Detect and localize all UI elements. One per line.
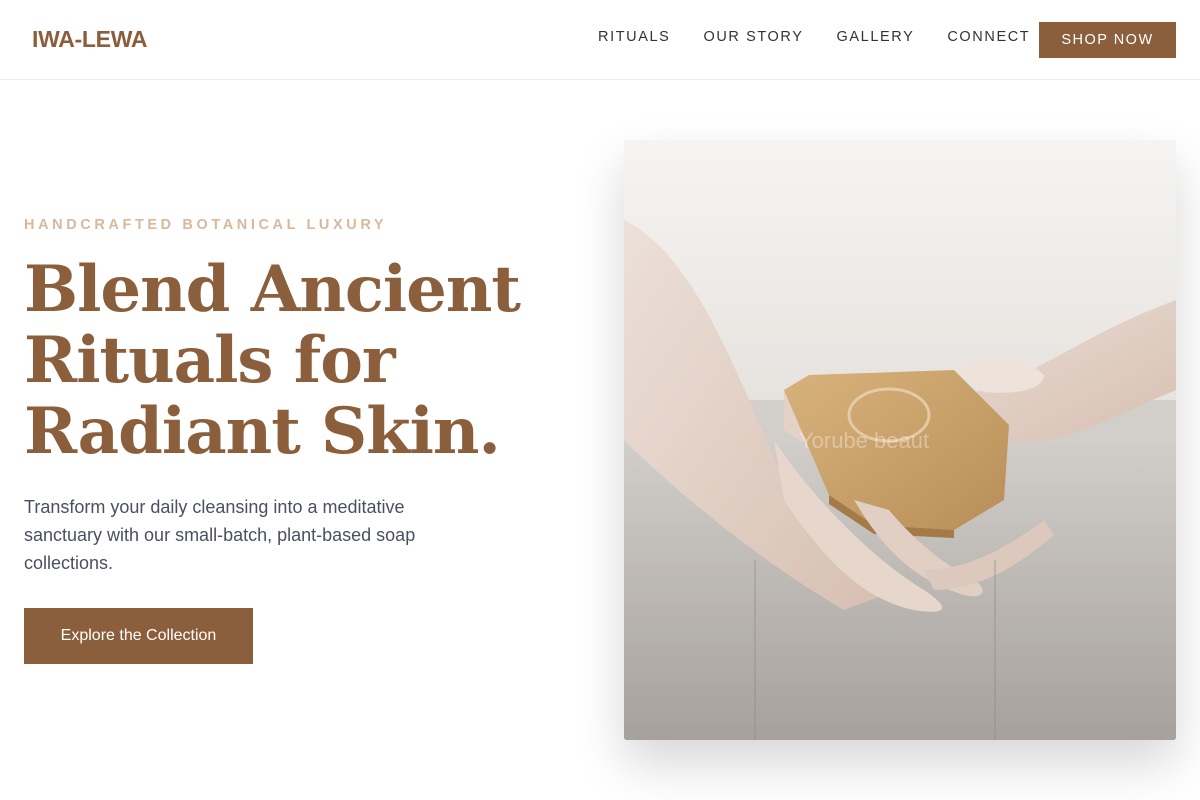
nav-link-rituals[interactable]: RITUALS [598, 29, 670, 45]
shop-now-button[interactable]: SHOP NOW [1039, 22, 1176, 58]
image-watermark: Yorube beaut [799, 428, 929, 453]
brand-logo[interactable]: IWA-LEWA [32, 26, 147, 53]
headline-line-3: Radiant Skin. [24, 394, 501, 469]
nav-link-connect[interactable]: CONNECT [947, 29, 1030, 45]
hero-image-hands-holding-soap: Yorube beaut [624, 140, 1176, 740]
nav-link-gallery[interactable]: GALLERY [837, 29, 915, 45]
top-navigation: IWA-LEWA RITUALS OUR STORY GALLERY CONNE… [0, 0, 1200, 80]
nav-links: RITUALS OUR STORY GALLERY CONNECT [598, 29, 1063, 45]
hero-subtext: Transform your daily cleansing into a me… [24, 497, 416, 573]
hero-headline: Blend Ancient Rituals for Radiant Skin. [24, 254, 584, 467]
explore-collection-button[interactable]: Explore the Collection [24, 608, 253, 664]
nav-link-our-story[interactable]: OUR STORY [703, 29, 803, 45]
headline-line-2: Rituals for [24, 323, 396, 398]
hero-eyebrow: HANDCRAFTED BOTANICAL LUXURY [24, 217, 388, 233]
hands-soap-illustration: Yorube beaut [624, 140, 1176, 740]
headline-line-1: Blend Ancient [24, 252, 521, 327]
